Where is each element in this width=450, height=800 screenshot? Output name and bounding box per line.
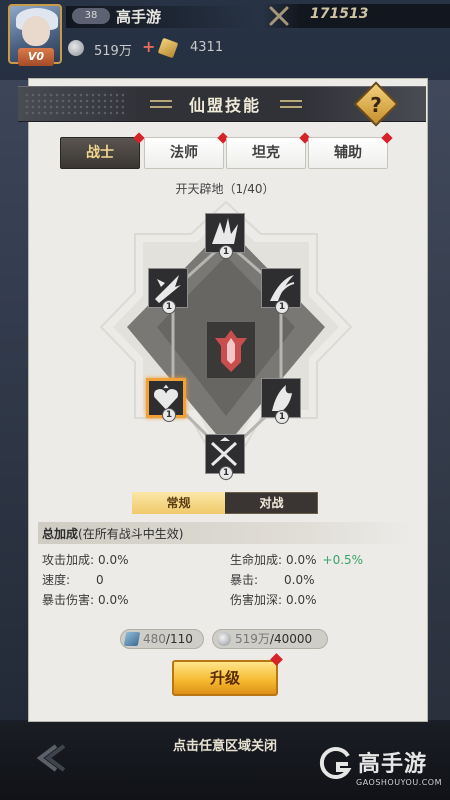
stats-title: 总加成(在所有战斗中生效) (42, 525, 183, 542)
tab-label: 辅助 (334, 145, 362, 161)
mode-battle-button[interactable]: 对战 (225, 492, 318, 514)
tab-label: 坦克 (252, 145, 280, 161)
skill-node-upper-left[interactable]: 1 (148, 268, 188, 314)
skill-node-upper-right[interactable]: 1 (261, 268, 301, 314)
combat-power: 171513 (310, 6, 369, 22)
stat-label: 攻击加成: (42, 553, 95, 567)
player-level: 38 (72, 8, 110, 24)
stats-title-main: 总加成 (42, 527, 79, 541)
gold-ingot-icon (157, 37, 179, 59)
stat-label: 暴击伤害: (42, 593, 95, 607)
silver-amount: 519万 (94, 44, 132, 59)
stats-title-note: (在所有战斗中生效) (78, 527, 184, 541)
player-bar: V0 38 高手游 171513 519万 + 4311 (0, 0, 450, 72)
stat-value: 0 (96, 573, 104, 587)
skill-level-badge: 1 (275, 300, 289, 314)
player-name: 高手游 (116, 8, 162, 26)
tab-label: 法师 (170, 145, 198, 161)
cost-silver: 519万/40000 (212, 629, 328, 649)
stat-value: 0.0% (286, 593, 317, 607)
skill-book-icon (123, 632, 141, 646)
panel-title: 仙盟技能 (188, 96, 261, 115)
stat-life: 生命加成: 0.0% +0.5% (230, 551, 363, 568)
tab-warrior[interactable]: 战士 (60, 132, 145, 169)
stat-value: 0.0% (284, 573, 315, 587)
cost-need: /40000 (269, 632, 313, 646)
stat-label: 暴击: (230, 573, 259, 587)
tab-support[interactable]: 辅助 (308, 132, 393, 169)
mode-normal-button[interactable]: 常规 (132, 492, 225, 514)
stat-bonus: +0.5% (322, 553, 364, 567)
background-right-scene (426, 80, 450, 720)
tab-tank[interactable]: 坦克 (226, 132, 311, 169)
stat-damage-deepen: 伤害加深: 0.0% (230, 591, 317, 608)
skill-level-badge: 1 (219, 466, 233, 480)
stat-speed: 速度: 0 (42, 571, 104, 588)
upgrade-button[interactable]: 升级 (172, 660, 278, 696)
stat-crit: 暴击: 0.0% (230, 571, 315, 588)
stat-label: 伤害加深: (230, 593, 283, 607)
silver-coin-icon (217, 632, 231, 646)
skill-level-badge: 1 (162, 300, 176, 314)
skill-node-top[interactable]: 1 (205, 213, 245, 259)
silver-coin-icon (68, 40, 84, 56)
background-left-scene (0, 80, 28, 720)
cost-skill-book: 480/110 (120, 629, 204, 649)
stat-value: 0.0% (98, 553, 129, 567)
guild-emblem-icon (207, 322, 255, 378)
cost-need: /110 (165, 632, 193, 646)
stat-label: 生命加成: (230, 553, 283, 567)
watermark-domain: GAOSHOUYOU.COM (356, 778, 443, 787)
skill-level-badge: 1 (219, 245, 233, 259)
crossed-swords-icon (269, 6, 289, 26)
header-pattern (24, 92, 124, 116)
help-icon[interactable]: ? (360, 90, 392, 120)
stat-label: 速度: (42, 573, 71, 587)
tab-label: 战士 (86, 145, 114, 161)
skill-tree-title: 开天辟地（1/40） (175, 182, 275, 196)
add-silver-button[interactable]: + (142, 37, 155, 56)
stat-attack: 攻击加成: 0.0% (42, 551, 129, 568)
stat-value: 0.0% (286, 553, 317, 567)
watermark-logo-icon (319, 747, 352, 779)
stat-crit-damage: 暴击伤害: 0.0% (42, 591, 129, 608)
skill-node-lower-left[interactable]: 1 (146, 378, 186, 422)
skill-node-lower-right[interactable]: 1 (261, 378, 301, 424)
watermark-name: 高手游 (358, 752, 428, 777)
gold-amount: 4311 (190, 40, 224, 55)
cost-have: 519万 (235, 632, 270, 646)
skill-level-badge: 1 (162, 408, 176, 422)
cost-have: 480 (143, 632, 166, 646)
tab-mage[interactable]: 法师 (144, 132, 229, 169)
skill-level-badge: 1 (275, 410, 289, 424)
avatar-face (22, 16, 50, 46)
vip-badge[interactable]: V0 (18, 48, 54, 66)
stat-value: 0.0% (98, 593, 129, 607)
skill-node-bottom[interactable]: 1 (205, 434, 245, 480)
